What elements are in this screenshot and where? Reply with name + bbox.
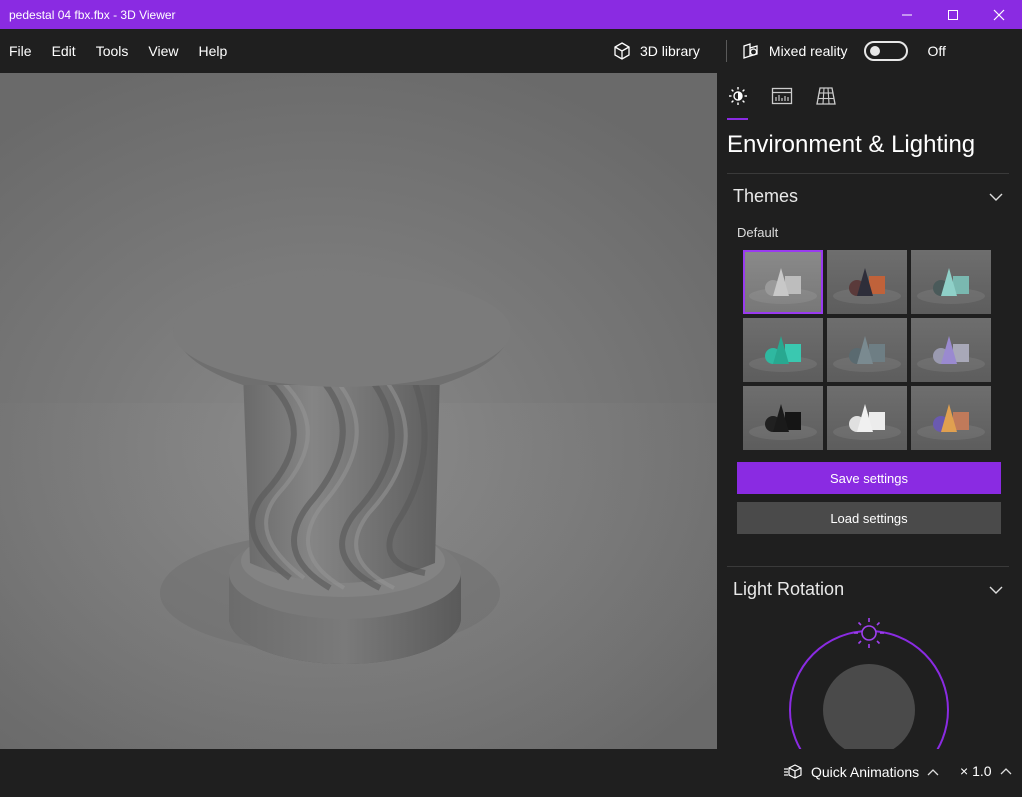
menu-tools[interactable]: Tools (86, 29, 139, 73)
section-divider (727, 566, 1009, 567)
maximize-icon (948, 9, 958, 20)
chevron-up-icon (927, 769, 939, 776)
side-panel: Environment & Lighting Themes Default Sa… (717, 73, 1022, 749)
theme-thumbnail[interactable] (911, 318, 991, 382)
3d-library-label: 3D library (640, 43, 700, 59)
theme-thumbnail[interactable] (743, 250, 823, 314)
theme-preview-shapes (749, 336, 817, 372)
close-button[interactable] (976, 0, 1022, 29)
mixed-reality-group: Mixed reality Off (741, 41, 946, 61)
window-title: pedestal 04 fbx.fbx - 3D Viewer (9, 7, 176, 22)
load-settings-button[interactable]: Load settings (737, 502, 1001, 534)
menu-file[interactable]: File (0, 29, 42, 73)
menu-edit[interactable]: Edit (42, 29, 86, 73)
theme-thumbnail[interactable] (911, 386, 991, 450)
chevron-up-icon (1000, 768, 1011, 775)
panel-tabs (727, 85, 837, 107)
theme-grid (743, 250, 991, 450)
tab-selected-indicator (727, 118, 748, 120)
theme-thumbnail[interactable] (827, 318, 907, 382)
light-rotation-label: Light Rotation (733, 579, 845, 599)
theme-thumbnail[interactable] (827, 250, 907, 314)
themes-label: Themes (733, 186, 799, 206)
bottom-bar: Quick Animations × 1.0 (0, 749, 1022, 797)
theme-thumbnail[interactable] (911, 250, 991, 314)
pedestal-model[interactable] (0, 73, 717, 749)
close-icon (993, 9, 1005, 20)
title-bar: pedestal 04 fbx.fbx - 3D Viewer (0, 0, 1022, 29)
menu-help[interactable]: Help (188, 29, 237, 73)
panel-title: Environment & Lighting (727, 131, 976, 158)
theme-preview-shapes (833, 268, 901, 304)
mixed-reality-toggle[interactable] (863, 41, 908, 61)
menu-divider (725, 40, 727, 62)
theme-preview-shapes (917, 404, 985, 440)
mixed-reality-state: Off (927, 43, 946, 59)
stats-icon (771, 87, 793, 105)
mixed-reality-icon (743, 43, 758, 59)
quick-animations-button[interactable]: Quick Animations (783, 763, 939, 781)
animation-speed-label: × 1.0 (960, 763, 992, 779)
maximize-button[interactable] (930, 0, 976, 29)
theme-thumbnail[interactable] (743, 318, 823, 382)
chevron-down-icon (989, 586, 1003, 594)
theme-preview-shapes (749, 404, 817, 440)
chevron-down-icon (989, 193, 1003, 201)
animation-speed-button[interactable]: × 1.0 (960, 763, 1012, 779)
theme-thumbnail[interactable] (743, 386, 823, 450)
tab-lighting[interactable] (727, 85, 749, 107)
3d-library-button[interactable]: 3D library (612, 41, 700, 61)
animation-icon (784, 764, 802, 779)
section-divider (727, 173, 1009, 174)
tab-grid[interactable] (815, 85, 837, 107)
tab-stats[interactable] (771, 85, 793, 107)
themes-header[interactable]: Themes (733, 186, 1003, 207)
quick-animations-label: Quick Animations (811, 764, 920, 780)
light-rotation-dial[interactable] (717, 613, 1022, 749)
minimize-icon (902, 14, 912, 15)
menu-right-group: 3D library Mixed reality Off (612, 29, 946, 73)
theme-preview-shapes (833, 336, 901, 372)
3d-viewport[interactable] (0, 73, 717, 749)
theme-preview-shapes (917, 268, 985, 304)
sun-icon[interactable] (854, 618, 884, 648)
theme-thumbnail[interactable] (827, 386, 907, 450)
theme-preview-shapes (833, 404, 901, 440)
toggle-knob (869, 46, 880, 56)
theme-preview-shapes (749, 268, 817, 304)
mixed-reality-label: Mixed reality (768, 43, 848, 59)
selected-theme-name: Default (737, 225, 779, 240)
menu-view[interactable]: View (138, 29, 188, 73)
light-rotation-header[interactable]: Light Rotation (733, 579, 1003, 600)
save-settings-button[interactable]: Save settings (737, 462, 1001, 494)
grid-icon (816, 87, 836, 105)
theme-preview-shapes (917, 336, 985, 372)
minimize-button[interactable] (884, 0, 930, 29)
lighting-icon (729, 87, 747, 105)
menu-bar: File Edit Tools View Help 3D library Mix… (0, 29, 1022, 73)
cube-icon (614, 42, 630, 60)
